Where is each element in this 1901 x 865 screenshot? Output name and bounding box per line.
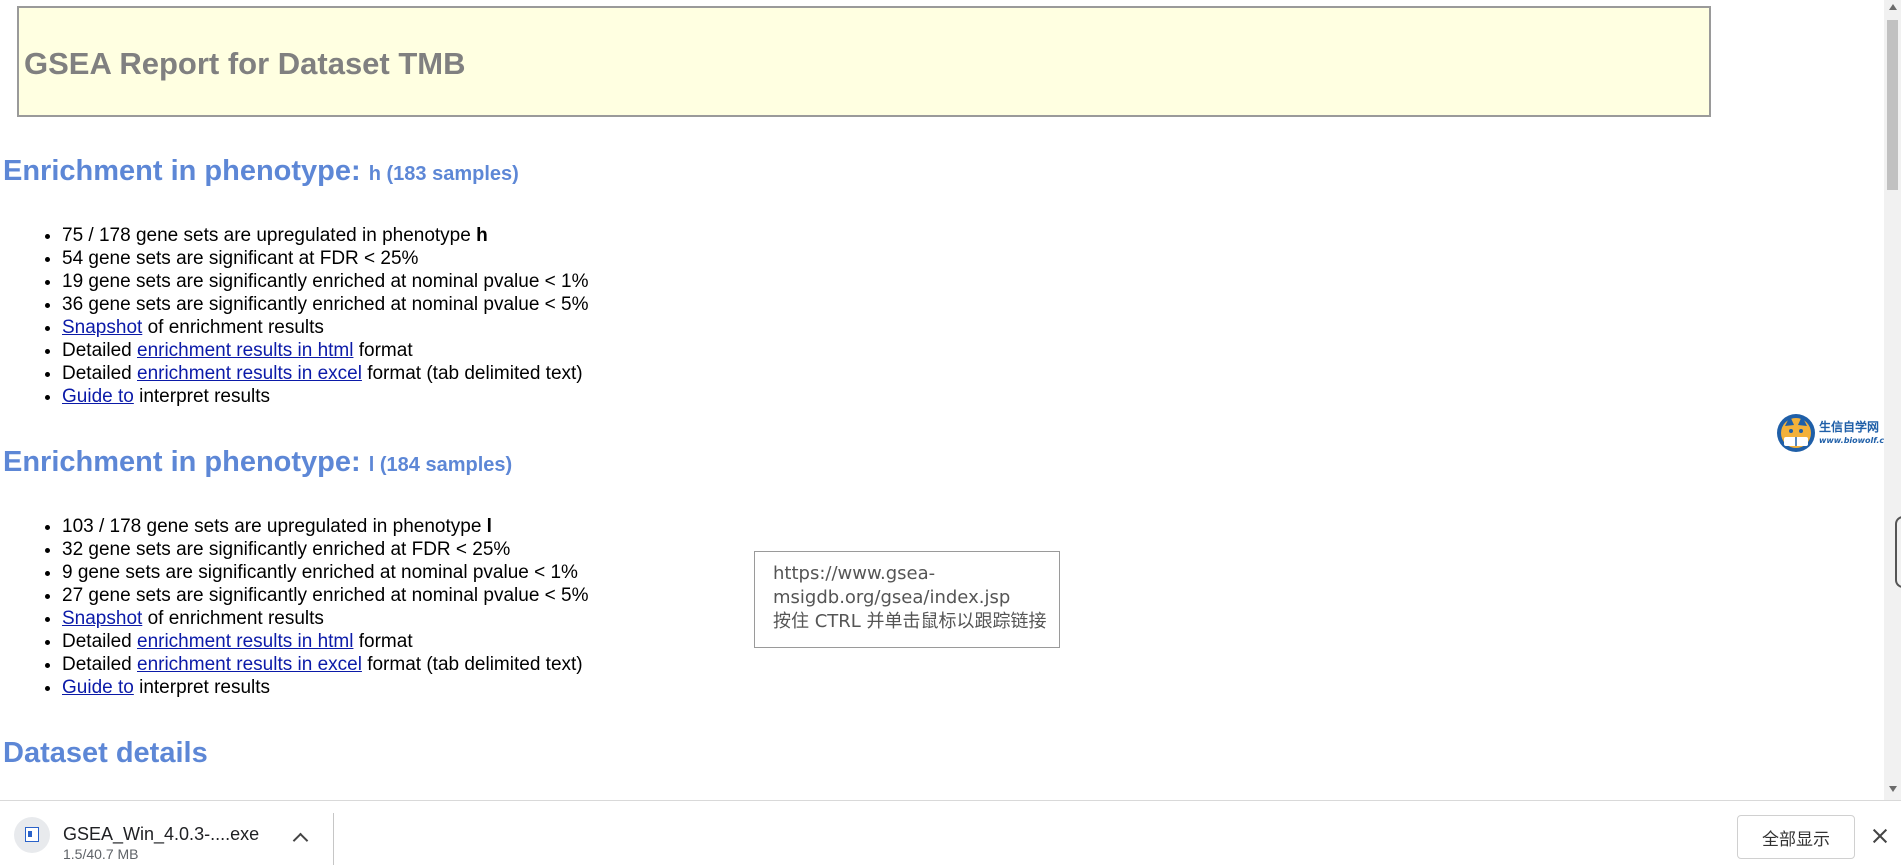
list-item: Detailed enrichment results in html form… [62,339,589,362]
enrichment-summary-list-h: 75 / 178 gene sets are upregulated in ph… [0,224,589,408]
download-file-name[interactable]: GSEA_Win_4.0.3-....exe [63,824,259,845]
tooltip-url-line2: msigdb.org/gsea/index.jsp [773,587,1011,608]
show-all-button[interactable]: 全部显示 [1737,815,1855,859]
vertical-scrollbar[interactable] [1884,0,1901,800]
logo-name: 生信自学网 [1819,419,1879,434]
snapshot-link[interactable]: Snapshot [62,608,142,629]
download-progress: 1.5/40.7 MB [63,846,139,862]
section-heading-l: Enrichment in phenotype: l (184 samples) [3,446,512,479]
tooltip-url-line1: https://www.gsea- [773,563,936,584]
html-results-link[interactable]: enrichment results in html [137,631,353,652]
list-item: 36 gene sets are significantly enriched … [62,293,589,316]
phenotype-sample-count: l (184 samples) [368,454,513,476]
section-heading-label: Enrichment in phenotype: [3,155,369,187]
tooltip-hint: 按住 CTRL 并单击鼠标以跟踪链接 [773,611,1047,632]
list-item: 9 gene sets are significantly enriched a… [62,561,589,584]
side-panel-handle[interactable] [1895,516,1901,588]
link-tooltip: https://www.gsea- msigdb.org/gsea/index.… [754,551,1060,648]
list-item: Detailed enrichment results in html form… [62,630,589,653]
enrichment-summary-list-l: 103 / 178 gene sets are upregulated in p… [0,515,589,699]
report-header: GSEA Report for Dataset TMB [17,6,1711,117]
list-item: Snapshot of enrichment results [62,316,589,339]
snapshot-link[interactable]: Snapshot [62,317,142,338]
guide-link[interactable]: Guide to [62,677,134,698]
list-item: Guide to interpret results [62,676,589,699]
list-item: Guide to interpret results [62,385,589,408]
scroll-up-icon[interactable] [1889,4,1897,10]
chevron-up-icon[interactable] [290,829,310,845]
phenotype-name: l [486,516,492,537]
list-item: Detailed enrichment results in excel for… [62,653,589,676]
guide-link[interactable]: Guide to [62,386,134,407]
list-item: Snapshot of enrichment results [62,607,589,630]
phenotype-sample-count: h (183 samples) [368,163,519,185]
biowolf-logo: 生信自学网 www.biowolf.cn [1777,414,1884,452]
download-bar: GSEA_Win_4.0.3-....exe 1.5/40.7 MB 全部显示 [0,800,1901,865]
dataset-details-heading: Dataset details [3,737,208,769]
section-heading-h: Enrichment in phenotype: h (183 samples) [3,155,519,188]
list-item: 19 gene sets are significantly enriched … [62,270,589,293]
close-icon[interactable] [1872,828,1888,844]
list-item: Detailed enrichment results in excel for… [62,362,589,385]
list-item: 32 gene sets are significantly enriched … [62,538,589,561]
phenotype-name: h [476,225,488,246]
list-item: 54 gene sets are significant at FDR < 25… [62,247,589,270]
scroll-down-icon[interactable] [1889,786,1897,792]
divider [333,813,334,865]
html-results-link[interactable]: enrichment results in html [137,340,353,361]
report-page: GSEA Report for Dataset TMB Enrichment i… [0,0,1884,800]
list-item: 75 / 178 gene sets are upregulated in ph… [62,224,589,247]
excel-results-link[interactable]: enrichment results in excel [137,363,362,384]
excel-results-link[interactable]: enrichment results in excel [137,654,362,675]
list-item: 103 / 178 gene sets are upregulated in p… [62,515,589,538]
list-item: 27 gene sets are significantly enriched … [62,584,589,607]
section-heading-label: Enrichment in phenotype: [3,446,369,478]
scrollbar-thumb[interactable] [1887,20,1898,190]
installer-file-icon [14,817,50,853]
logo-url: www.biowolf.cn [1819,436,1884,445]
report-title: GSEA Report for Dataset TMB [24,46,466,81]
